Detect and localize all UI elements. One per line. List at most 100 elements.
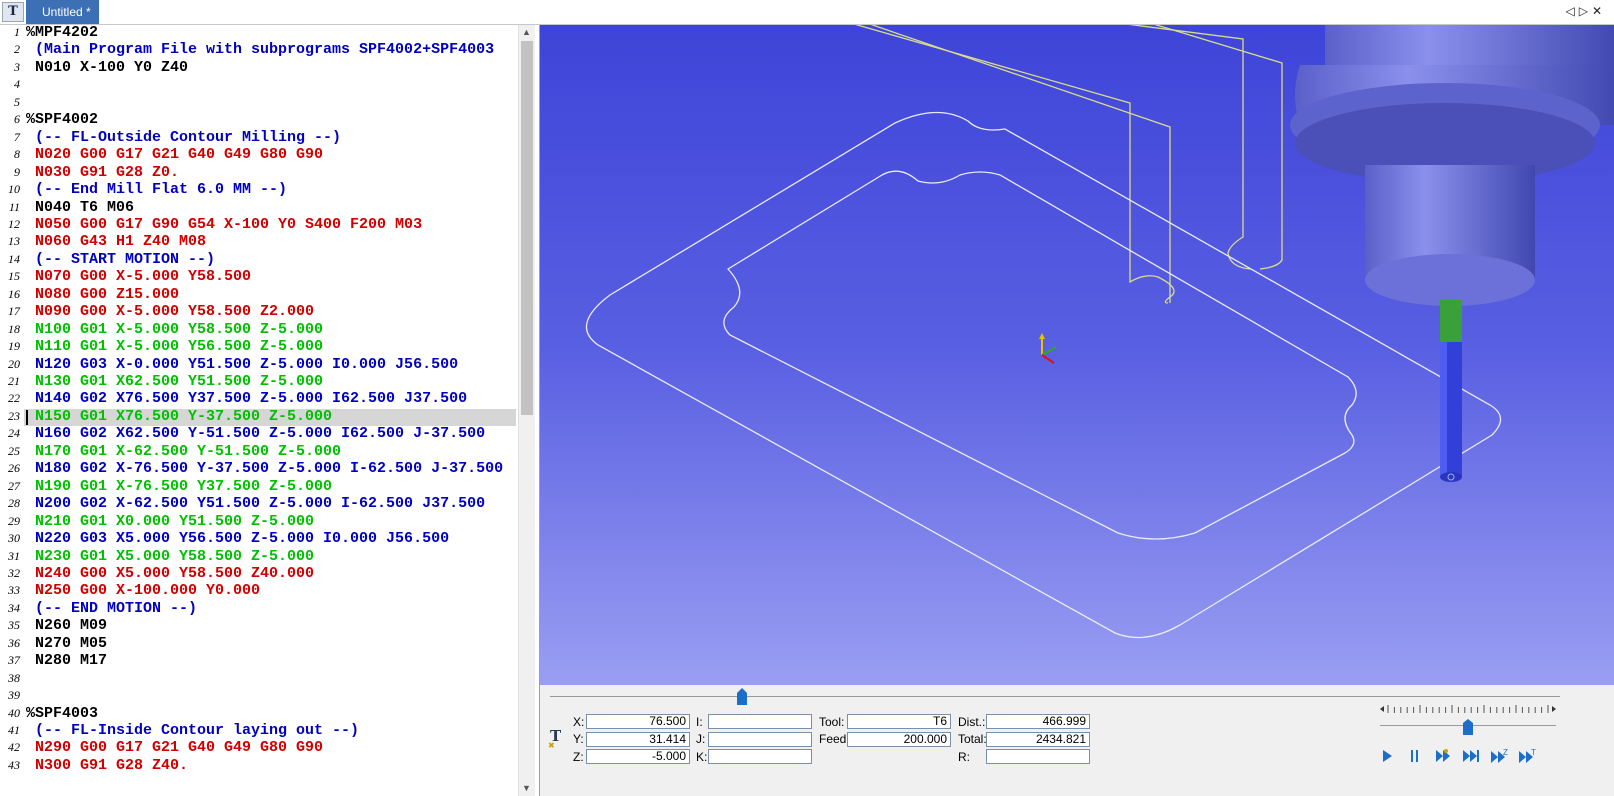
speed-slider[interactable] bbox=[1463, 719, 1473, 735]
step-tool-icon[interactable]: T bbox=[1516, 747, 1538, 765]
line-number: 38 bbox=[8, 670, 20, 685]
code-line[interactable]: N230 G01 X5.000 Y58.500 Z-5.000 bbox=[26, 548, 314, 565]
playback-track[interactable] bbox=[550, 696, 1560, 697]
code-line[interactable]: N150 G01 X76.500 Y-37.500 Z-5.000 bbox=[26, 408, 332, 425]
speed-scale bbox=[1380, 705, 1556, 713]
simulation-viewport[interactable] bbox=[540, 25, 1614, 685]
code-line[interactable]: %SPF4003 bbox=[26, 705, 98, 722]
tab-untitled[interactable]: Untitled * bbox=[26, 0, 99, 24]
line-number: 33 bbox=[8, 583, 20, 598]
line-number: 14 bbox=[8, 251, 20, 266]
viewport-canvas bbox=[585, 25, 1614, 639]
code-line[interactable]: N250 G00 X-100.000 Y0.000 bbox=[26, 582, 260, 599]
line-number: 40 bbox=[8, 705, 20, 720]
line-number: 3 bbox=[14, 59, 20, 74]
code-line[interactable]: (Main Program File with subprograms SPF4… bbox=[26, 41, 494, 58]
code-line[interactable]: N180 G02 X-76.500 Y-37.500 Z-5.000 I-62.… bbox=[26, 460, 503, 477]
code-line[interactable]: N070 G00 X-5.000 Y58.500 bbox=[26, 268, 251, 285]
code-line[interactable]: (-- FL-Inside Contour laying out --) bbox=[26, 722, 359, 739]
code-line[interactable]: N020 G00 G17 G21 G40 G49 G80 G90 bbox=[26, 146, 323, 163]
app-icon[interactable]: T bbox=[2, 2, 24, 22]
svg-text:Z: Z bbox=[1503, 748, 1508, 757]
total-field[interactable]: 2434.821 bbox=[986, 732, 1090, 747]
code-line[interactable]: N160 G02 X62.500 Y-51.500 Z-5.000 I62.50… bbox=[26, 425, 485, 442]
code-line[interactable]: N300 G91 G28 Z40. bbox=[26, 757, 188, 774]
tab-next-icon[interactable]: ▷ bbox=[1579, 4, 1592, 18]
code-line[interactable]: N040 T6 M06 bbox=[26, 199, 134, 216]
tab-bar: T Untitled * ◁▷✕ bbox=[0, 0, 1614, 25]
code-line[interactable]: (-- End Mill Flat 6.0 MM --) bbox=[26, 181, 287, 198]
line-number: 23 bbox=[8, 408, 20, 423]
j-field[interactable] bbox=[708, 732, 812, 747]
code-line[interactable]: %MPF4202 bbox=[26, 25, 98, 41]
tab-navigation: ◁▷✕ bbox=[1565, 4, 1606, 18]
tab-close-icon[interactable]: ✕ bbox=[1592, 4, 1606, 18]
x-field[interactable]: 76.500 bbox=[586, 714, 690, 729]
dist-field[interactable]: 466.999 bbox=[986, 714, 1090, 729]
playback-position-slider[interactable] bbox=[736, 688, 748, 705]
line-number: 32 bbox=[8, 565, 20, 580]
code-line[interactable]: N240 G00 X5.000 Y58.500 Z40.000 bbox=[26, 565, 314, 582]
code-line[interactable]: N270 M05 bbox=[26, 635, 107, 652]
scrollbar-thumb[interactable] bbox=[521, 41, 533, 415]
feed-label: Feed: bbox=[819, 732, 850, 746]
code-line[interactable]: N200 G02 X-62.500 Y51.500 Z-5.000 I-62.5… bbox=[26, 495, 485, 512]
line-number: 17 bbox=[8, 304, 20, 319]
code-line[interactable]: N110 G01 X-5.000 Y56.500 Z-5.000 bbox=[26, 338, 323, 355]
code-line[interactable]: (-- FL-Outside Contour Milling --) bbox=[26, 129, 341, 146]
code-line[interactable]: %SPF4002 bbox=[26, 111, 98, 128]
line-number: 20 bbox=[8, 356, 20, 371]
code-line[interactable]: N080 G00 Z15.000 bbox=[26, 286, 179, 303]
play-icon[interactable] bbox=[1376, 747, 1398, 765]
tool-holder bbox=[1290, 25, 1614, 306]
step-forward-icon[interactable] bbox=[1432, 747, 1454, 765]
code-line[interactable]: N190 G01 X-76.500 Y37.500 Z-5.000 bbox=[26, 478, 332, 495]
code-line[interactable]: N220 G03 X5.000 Y56.500 Z-5.000 I0.000 J… bbox=[26, 530, 449, 547]
scroll-down-icon[interactable]: ▼ bbox=[522, 783, 531, 793]
y-field[interactable]: 31.414 bbox=[586, 732, 690, 747]
line-number: 16 bbox=[8, 286, 20, 301]
retract-path-2 bbox=[1154, 25, 1283, 270]
z-label: Z: bbox=[573, 750, 584, 764]
k-field[interactable] bbox=[708, 749, 812, 764]
line-number: 25 bbox=[8, 443, 20, 458]
code-line[interactable]: N060 G43 H1 Z40 M08 bbox=[26, 233, 206, 250]
tab-prev-icon[interactable]: ◁ bbox=[1565, 4, 1578, 18]
code-editor[interactable]: 1 2 3 4 5 6 7 8 9 10 11 12 13 14 15 16 17 18 19 20 21 22 23 24 2… bbox=[0, 25, 540, 796]
code-line[interactable]: N030 G91 G28 Z0. bbox=[26, 164, 179, 181]
code-line[interactable]: N010 X-100 Y0 Z40 bbox=[26, 59, 188, 76]
i-label: I: bbox=[696, 715, 703, 729]
i-field[interactable] bbox=[708, 714, 812, 729]
tool-field[interactable]: T6 bbox=[847, 714, 951, 729]
code-line[interactable]: N210 G01 X0.000 Y51.500 Z-5.000 bbox=[26, 513, 314, 530]
code-line[interactable]: N170 G01 X-62.500 Y-51.500 Z-5.000 bbox=[26, 443, 341, 460]
pause-icon[interactable] bbox=[1404, 747, 1426, 765]
code-line[interactable]: (-- END MOTION --) bbox=[26, 600, 197, 617]
line-number: 39 bbox=[8, 688, 20, 703]
scroll-up-icon[interactable]: ▲ bbox=[522, 27, 531, 37]
feed-field[interactable]: 200.000 bbox=[847, 732, 951, 747]
code-line[interactable]: N090 G00 X-5.000 Y58.500 Z2.000 bbox=[26, 303, 314, 320]
line-number: 28 bbox=[8, 496, 20, 511]
origin-axes-icon bbox=[1039, 333, 1057, 364]
code-line[interactable]: N100 G01 X-5.000 Y58.500 Z-5.000 bbox=[26, 321, 323, 338]
line-number: 10 bbox=[8, 182, 20, 197]
code-line[interactable]: N050 G00 G17 G90 G54 X-100 Y0 S400 F200 … bbox=[26, 216, 422, 233]
approach-path-2 bbox=[870, 25, 1171, 303]
code-line[interactable]: N120 G03 X-0.000 Y51.500 Z-5.000 I0.000 … bbox=[26, 356, 458, 373]
inside-contour-path bbox=[723, 170, 1357, 540]
editor-scrollbar[interactable]: ▲ ▼ bbox=[518, 25, 535, 796]
line-number: 27 bbox=[8, 478, 20, 493]
code-line[interactable]: N140 G02 X76.500 Y37.500 Z-5.000 I62.500… bbox=[26, 390, 467, 407]
fast-forward-icon[interactable] bbox=[1460, 747, 1482, 765]
code-line[interactable]: N130 G01 X62.500 Y51.500 Z-5.000 bbox=[26, 373, 323, 390]
line-number: 36 bbox=[8, 635, 20, 650]
line-number: 6 bbox=[14, 112, 20, 127]
code-line[interactable]: N290 G00 G17 G21 G40 G49 G80 G90 bbox=[26, 739, 323, 756]
code-line[interactable]: (-- START MOTION --) bbox=[26, 251, 215, 268]
z-field[interactable]: -5.000 bbox=[586, 749, 690, 764]
step-z-icon[interactable]: Z bbox=[1488, 747, 1510, 765]
r-field[interactable] bbox=[986, 749, 1090, 764]
code-line[interactable]: N280 M17 bbox=[26, 652, 107, 669]
code-line[interactable]: N260 M09 bbox=[26, 617, 107, 634]
